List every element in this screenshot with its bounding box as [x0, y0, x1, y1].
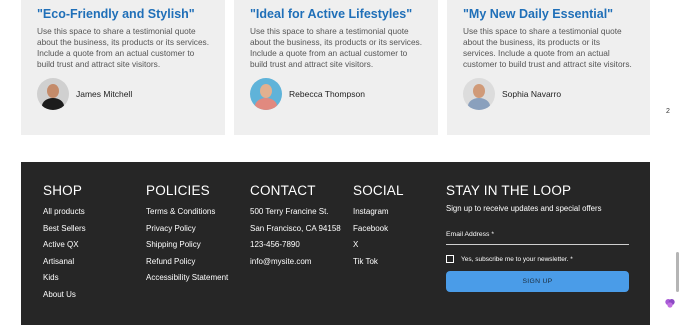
- contact-email[interactable]: info@mysite.com: [250, 254, 341, 271]
- testimonial-card: "Ideal for Active Lifestyles" Use this s…: [234, 0, 438, 135]
- subscribe-checkbox-label[interactable]: Yes, subscribe me to your newsletter. *: [461, 256, 573, 263]
- footer-link[interactable]: About Us: [43, 287, 86, 304]
- footer-link[interactable]: Kids: [43, 270, 86, 287]
- footer-contact-column: Contact 500 Terry Francine St. San Franc…: [250, 183, 341, 270]
- testimonial-author: James Mitchell: [37, 78, 132, 110]
- footer-link[interactable]: Best Sellers: [43, 221, 86, 238]
- testimonial-author: Rebecca Thompson: [250, 78, 365, 110]
- subscribe-checkbox[interactable]: [446, 255, 454, 263]
- chat-widget-button[interactable]: [663, 296, 677, 310]
- footer-link[interactable]: Shipping Policy: [146, 237, 228, 254]
- avatar: [37, 78, 69, 110]
- contact-city-line: San Francisco, CA 94158: [250, 223, 341, 233]
- footer-link[interactable]: Privacy Policy: [146, 221, 228, 238]
- contact-phone[interactable]: 123-456-7890: [250, 237, 341, 254]
- testimonial-quote: Use this space to share a testimonial qu…: [37, 26, 210, 69]
- testimonial-author: Sophia Navarro: [463, 78, 561, 110]
- newsletter-consent: Yes, subscribe me to your newsletter. *: [446, 255, 629, 263]
- newsletter-signup: Stay in the Loop Sign up to receive upda…: [446, 183, 629, 292]
- footer-link[interactable]: Accessibility Statement: [146, 270, 228, 287]
- footer-heading-contact: Contact: [250, 183, 316, 198]
- author-name: James Mitchell: [76, 89, 133, 99]
- footer-link[interactable]: Refund Policy: [146, 254, 228, 271]
- testimonial-quote: Use this space to share a testimonial qu…: [463, 26, 632, 69]
- social-link-facebook[interactable]: Facebook: [353, 221, 404, 238]
- author-name: Sophia Navarro: [502, 89, 562, 99]
- avatar: [250, 78, 282, 110]
- footer-policies-column: Policies Terms & Conditions Privacy Poli…: [146, 183, 228, 287]
- footer-link[interactable]: All products: [43, 204, 86, 221]
- footer-heading-shop: Shop: [43, 183, 83, 198]
- testimonial-card: "Eco-Friendly and Stylish" Use this spac…: [21, 0, 225, 135]
- email-field[interactable]: [446, 244, 629, 245]
- site-footer: Shop All products Best Sellers Active QX…: [21, 162, 650, 325]
- contact-address-line: 500 Terry Francine St.: [250, 207, 329, 216]
- social-link-tiktok[interactable]: Tik Tok: [353, 254, 404, 271]
- avatar: [463, 78, 495, 110]
- footer-link[interactable]: Active QX: [43, 237, 86, 254]
- testimonial-quote: Use this space to share a testimonial qu…: [250, 26, 423, 69]
- footer-link[interactable]: Artisanal: [43, 254, 86, 271]
- email-field-label: Email Address *: [446, 231, 494, 238]
- testimonial-title: "Ideal for Active Lifestyles": [250, 7, 413, 21]
- testimonials-section: "Eco-Friendly and Stylish" Use this spac…: [0, 0, 680, 135]
- sign-up-button[interactable]: SIGN UP: [446, 271, 629, 292]
- footer-heading-social: Social: [353, 183, 404, 198]
- testimonial-title: "Eco-Friendly and Stylish": [37, 7, 195, 21]
- testimonial-title: "My New Daily Essential": [463, 7, 614, 21]
- newsletter-subtitle: Sign up to receive updates and special o…: [446, 204, 602, 213]
- footer-link[interactable]: Terms & Conditions: [146, 204, 228, 221]
- footer-social-column: Social Instagram Facebook X Tik Tok: [353, 183, 404, 270]
- footer-heading-newsletter: Stay in the Loop: [446, 183, 572, 198]
- author-name: Rebecca Thompson: [289, 89, 365, 99]
- social-link-instagram[interactable]: Instagram: [353, 204, 404, 221]
- testimonial-card: "My New Daily Essential" Use this space …: [447, 0, 650, 135]
- scrollbar-thumb[interactable]: [676, 252, 679, 292]
- footer-heading-policies: Policies: [146, 183, 210, 198]
- brain-icon: [665, 299, 675, 308]
- scroll-indicator: 2: [666, 108, 670, 115]
- footer-shop-column: Shop All products Best Sellers Active QX…: [43, 183, 86, 303]
- social-link-x[interactable]: X: [353, 237, 404, 254]
